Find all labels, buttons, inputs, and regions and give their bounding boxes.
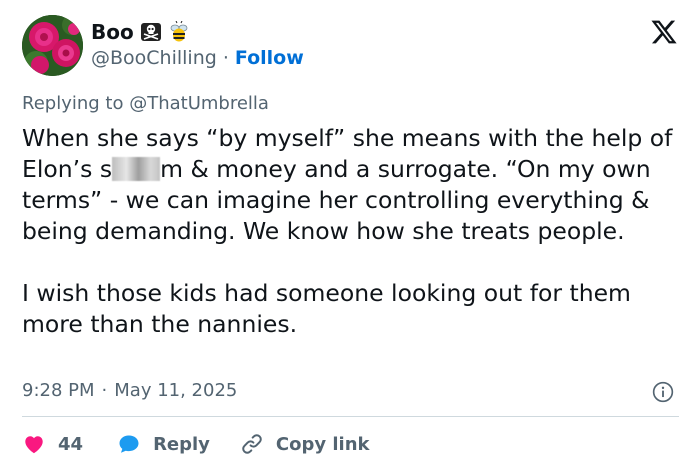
skull-crossbones-icon (140, 21, 162, 43)
copy-link-button[interactable]: Copy link (240, 432, 370, 456)
tweet-time[interactable]: 9:28 PM (22, 380, 95, 401)
like-button[interactable]: 44 (22, 432, 83, 456)
timestamp-separator: · (101, 380, 108, 401)
tweet-card: Boo @BooChilling · Follow Replying to @T… (0, 0, 700, 471)
reply-button[interactable]: Reply (117, 432, 210, 456)
handle-row: @BooChilling · Follow (91, 47, 304, 69)
tweet-date[interactable]: May 11, 2025 (114, 380, 237, 401)
author-name-row: Boo (91, 20, 190, 44)
divider (22, 416, 679, 417)
tweet-text-para2: I wish those kids had someone looking ou… (22, 279, 631, 338)
heart-icon (25, 436, 43, 454)
tweet-paragraph: I wish those kids had someone looking ou… (22, 278, 682, 340)
tweet-paragraph: When she says “by myself” she means with… (22, 123, 682, 247)
censored-word-blur (112, 157, 161, 181)
display-name[interactable]: Boo (91, 20, 134, 44)
follow-button[interactable]: Follow (235, 47, 304, 69)
replying-prefix: Replying to (22, 93, 124, 114)
avatar[interactable] (22, 15, 83, 76)
reply-mention-link[interactable]: @ThatUmbrella (129, 93, 269, 114)
author-handle[interactable]: @BooChilling (91, 47, 217, 69)
replying-to: Replying to @ThatUmbrella (22, 93, 269, 114)
speech-bubble-icon (119, 435, 139, 453)
timestamp[interactable]: 9:28 PM · May 11, 2025 (22, 380, 237, 401)
reply-label: Reply (153, 433, 210, 455)
x-logo-icon[interactable] (650, 18, 678, 46)
bee-icon (168, 20, 190, 43)
like-count: 44 (58, 433, 84, 455)
action-bar: 44 Reply Copy link (22, 428, 370, 460)
link-icon (242, 434, 262, 454)
info-icon[interactable] (652, 381, 674, 403)
separator-dot: · (222, 47, 229, 69)
tweet-text: When she says “by myself” she means with… (22, 123, 682, 340)
copy-link-label: Copy link (275, 433, 370, 455)
